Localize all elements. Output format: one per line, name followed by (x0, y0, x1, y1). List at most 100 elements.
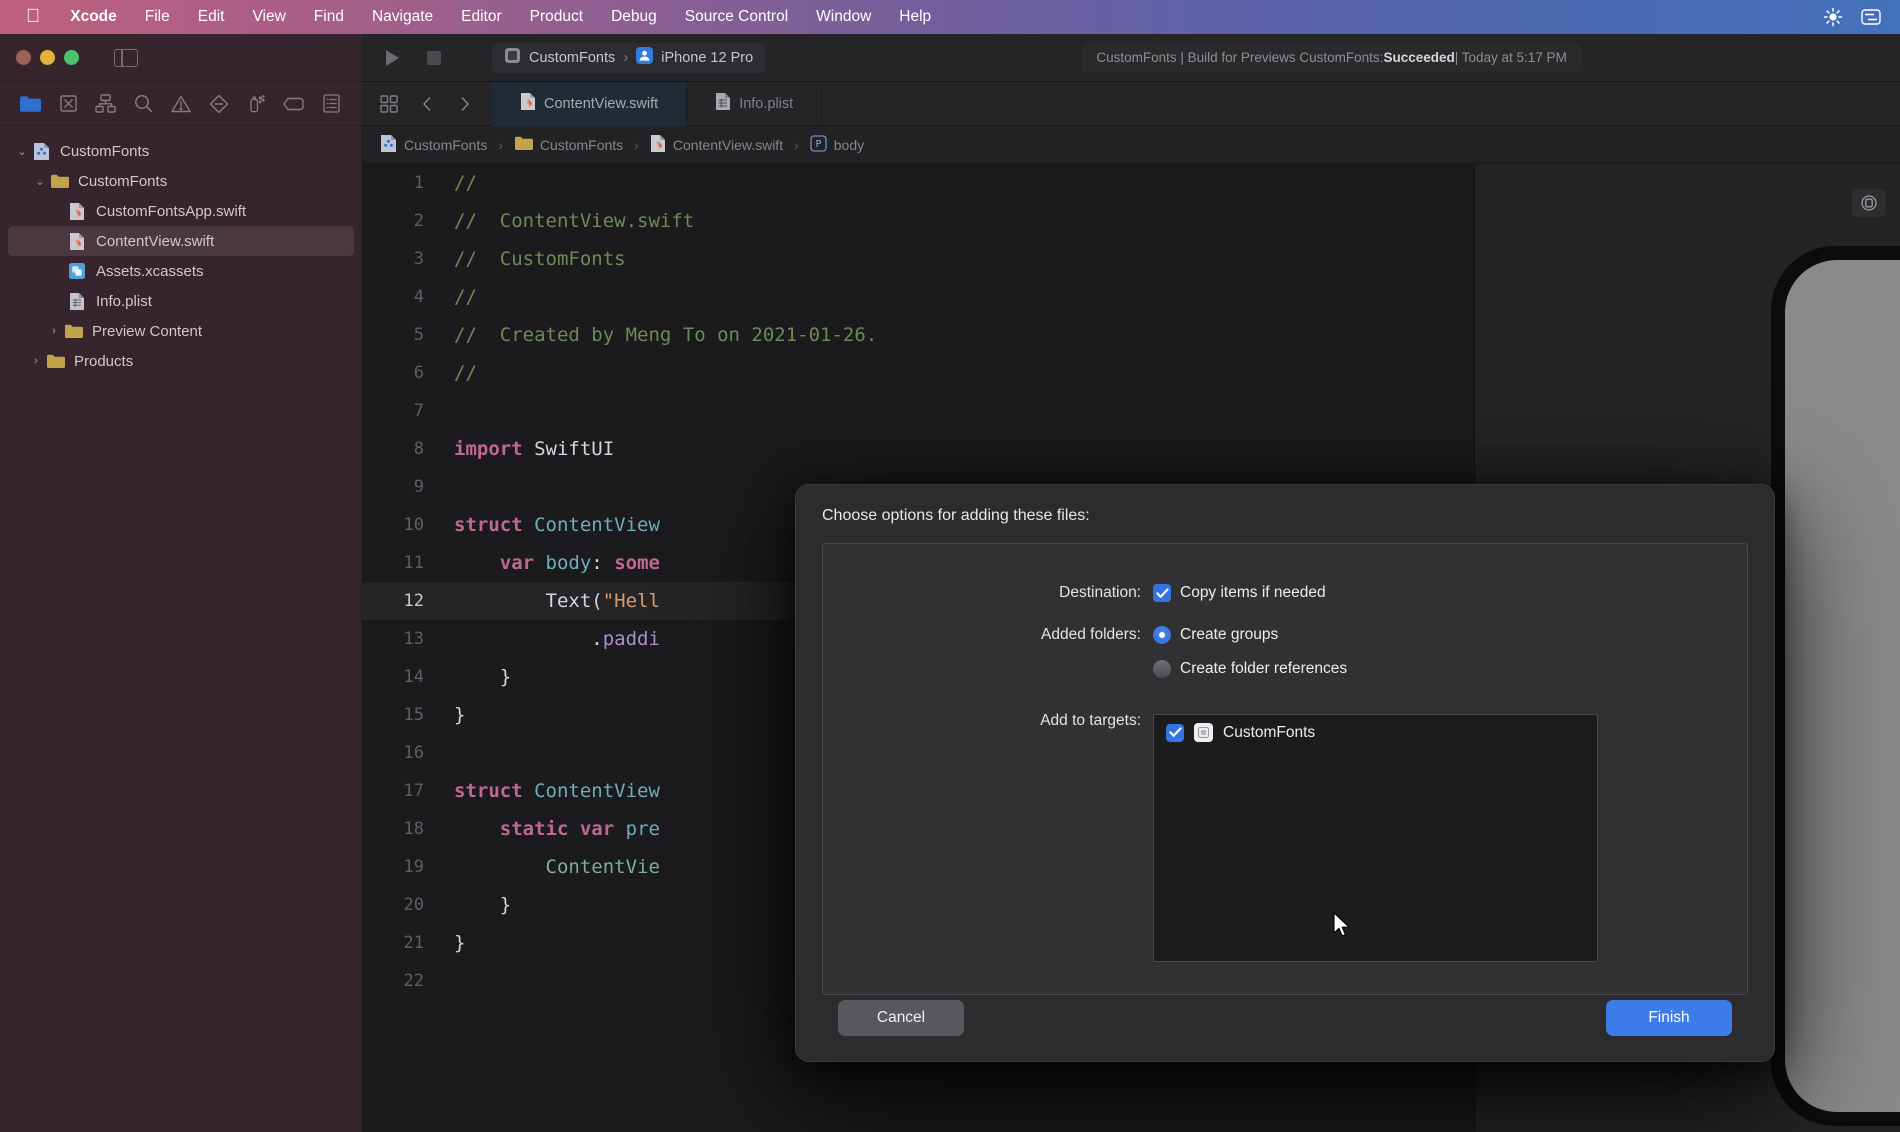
added-folders-options: Create groups Create folder references (1153, 622, 1347, 682)
nav-row-preview-content[interactable]: › Preview Content (0, 316, 362, 346)
nav-row-contentview-swift[interactable]: ContentView.swift (8, 226, 354, 256)
create-folder-references-option[interactable]: Create folder references (1153, 656, 1347, 682)
test-navigator-icon[interactable] (200, 89, 238, 119)
brightness-icon[interactable] (1818, 6, 1848, 28)
cancel-button[interactable]: Cancel (838, 1000, 964, 1036)
assets-icon (66, 261, 88, 281)
code-line[interactable]: 4 // (362, 278, 1474, 316)
target-checkbox[interactable] (1166, 723, 1184, 742)
breakpoint-navigator-icon[interactable] (275, 89, 313, 119)
code-line[interactable]: 8 import SwiftUI (362, 430, 1474, 468)
nav-row-products[interactable]: › Products (0, 346, 362, 376)
copy-items-checkbox[interactable] (1153, 584, 1171, 602)
nav-row-assets-xcassets[interactable]: Assets.xcassets (0, 256, 362, 286)
menu-item-product[interactable]: Product (516, 8, 597, 26)
line-number: 14 (403, 667, 424, 687)
symbol-navigator-icon[interactable] (87, 89, 125, 119)
breadcrumb-separator: › (498, 136, 503, 153)
menu-item-navigate[interactable]: Navigate (358, 8, 447, 26)
breadcrumb-item-folder[interactable]: CustomFonts (510, 135, 627, 154)
copy-items-label: Copy items if needed (1180, 584, 1326, 601)
line-number: 16 (403, 743, 424, 763)
minimize-button[interactable] (40, 50, 55, 65)
breadcrumb-item-project[interactable]: CustomFonts (376, 134, 491, 156)
code-line[interactable]: 7 (362, 392, 1474, 430)
titlebar-left (0, 34, 362, 82)
menu-item-xcode[interactable]: Xcode (56, 8, 131, 26)
tab-contentview-swift[interactable]: ContentView.swift (492, 81, 688, 126)
source-control-navigator-icon[interactable] (50, 89, 88, 119)
control-center-icon[interactable] (1856, 6, 1886, 28)
report-navigator-icon[interactable] (313, 89, 351, 119)
create-groups-option[interactable]: Create groups (1153, 622, 1347, 648)
line-number: 4 (413, 287, 424, 307)
nav-row-label: Preview Content (92, 322, 203, 340)
tab-info-plist[interactable]: Info.plist (687, 81, 823, 126)
project-navigator[interactable]: ⌄ CustomFonts ⌄ CustomFonts CustomFontsA… (0, 126, 362, 1132)
status-suffix: | Today at 5:17 PM (1454, 50, 1567, 65)
chevron-right-icon[interactable] (448, 89, 482, 119)
breadcrumb-item-file[interactable]: ContentView.swift (646, 134, 787, 156)
code-token: var (499, 552, 535, 574)
menu-item-edit[interactable]: Edit (184, 8, 239, 26)
line-number: 10 (403, 515, 424, 535)
code-line[interactable]: 3 // CustomFonts (362, 240, 1474, 278)
nav-row-project[interactable]: ⌄ CustomFonts (0, 136, 362, 166)
create-folder-references-radio[interactable] (1153, 660, 1171, 678)
build-status-bar[interactable]: CustomFonts | Build for Previews CustomF… (1082, 42, 1581, 73)
stop-icon[interactable] (420, 44, 448, 72)
menu-item-debug[interactable]: Debug (597, 8, 671, 26)
issue-navigator-icon[interactable] (162, 89, 200, 119)
line-number: 12 (403, 591, 424, 611)
tab-grid-icon[interactable] (372, 89, 406, 119)
code-line[interactable]: 2 // ContentView.swift (362, 202, 1474, 240)
menu-item-window[interactable]: Window (802, 8, 885, 26)
xcode-window: CustomFonts › iPhone 12 Pro CustomFonts … (0, 34, 1900, 1132)
close-button[interactable] (16, 50, 31, 65)
targets-list[interactable]: CustomFonts (1153, 714, 1598, 962)
menu-item-find[interactable]: Find (300, 8, 358, 26)
zoom-button[interactable] (64, 50, 79, 65)
code-text: ContentVie (440, 848, 660, 886)
menu-item-source-control[interactable]: Source Control (671, 8, 802, 26)
code-line[interactable]: 6 // (362, 354, 1474, 392)
disclosure-triangle-icon[interactable]: › (46, 325, 62, 337)
nav-row-group-customfonts[interactable]: ⌄ CustomFonts (0, 166, 362, 196)
menu-item-editor[interactable]: Editor (447, 8, 516, 26)
apple-logo-icon[interactable]:  (14, 7, 56, 28)
code-line[interactable]: 5 // Created by Meng To on 2021-01-26. (362, 316, 1474, 354)
disclosure-triangle-icon[interactable]: ⌄ (32, 175, 48, 188)
sidebar-toggle-icon[interactable] (114, 48, 138, 67)
run-icon[interactable] (378, 44, 406, 72)
create-groups-radio[interactable] (1153, 626, 1171, 644)
menu-item-help[interactable]: Help (885, 8, 945, 26)
code-text: // CustomFonts (440, 240, 626, 278)
preview-screen[interactable] (1785, 260, 1900, 1112)
code-token: body (534, 552, 592, 574)
finish-button[interactable]: Finish (1606, 1000, 1732, 1036)
find-navigator-icon[interactable] (125, 89, 163, 119)
folder-icon (44, 351, 66, 371)
code-text: } (440, 696, 465, 734)
line-number: 22 (403, 971, 424, 991)
disclosure-triangle-icon[interactable]: › (28, 355, 44, 367)
code-line[interactable]: 1 // (362, 164, 1474, 202)
target-row[interactable]: CustomFonts (1154, 715, 1597, 750)
iphone-preview-device[interactable] (1771, 246, 1900, 1126)
code-token: "Hell (602, 590, 660, 612)
disclosure-triangle-icon[interactable]: ⌄ (14, 145, 30, 158)
scheme-selector[interactable]: CustomFonts › iPhone 12 Pro (492, 42, 766, 73)
breadcrumb-item-body[interactable]: P body (806, 134, 868, 155)
project-navigator-icon[interactable] (12, 89, 50, 119)
status-result: Succeeded (1383, 50, 1455, 65)
chevron-left-icon[interactable] (410, 89, 444, 119)
nav-row-customfontsapp-swift[interactable]: CustomFontsApp.swift (0, 196, 362, 226)
preview-device-settings-icon[interactable] (1852, 189, 1886, 217)
nav-row-info-plist[interactable]: Info.plist (0, 286, 362, 316)
create-groups-label: Create groups (1180, 626, 1279, 643)
menu-item-view[interactable]: View (238, 8, 299, 26)
folder-icon (514, 135, 533, 154)
copy-items-control[interactable]: Copy items if needed (1153, 580, 1326, 606)
debug-navigator-icon[interactable] (237, 89, 275, 119)
menu-item-file[interactable]: File (131, 8, 184, 26)
